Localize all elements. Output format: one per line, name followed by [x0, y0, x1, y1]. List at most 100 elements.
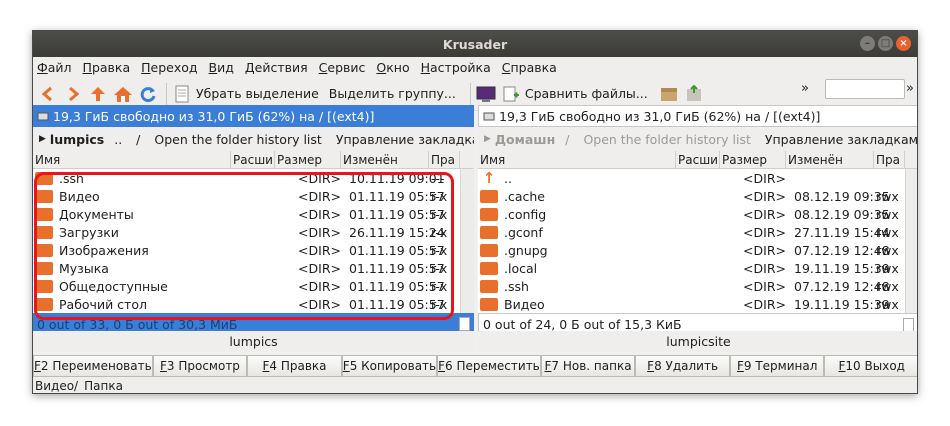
file-row[interactable]: .ssh <DIR> 10.11.19 09:01 --- [33, 169, 474, 187]
current-folder[interactable]: lumpics [50, 132, 104, 147]
menu-bar: Файл Правка Переход Вид Действия Сервис Окно На… [33, 57, 917, 77]
deselect-button[interactable]: Убрать выделение [196, 86, 319, 101]
fkey-button[interactable]: F9 Терминал [729, 355, 825, 377]
file-name: Видео [59, 188, 100, 204]
folder-icon [480, 279, 498, 293]
fkey-button[interactable]: F5 Копировать [341, 355, 438, 377]
col-perm[interactable]: Пра [874, 150, 905, 169]
file-row[interactable]: Документы <DIR> 01.11.19 05:57 r-x [33, 205, 474, 223]
col-name[interactable]: Имя [33, 150, 231, 169]
fkey-label: F6 Переместить [438, 359, 540, 373]
parent-dir-button[interactable]: .. [114, 132, 122, 147]
forward-icon[interactable] [62, 83, 84, 105]
bookmarks-button[interactable]: Управление закладками [336, 132, 474, 147]
menu-item[interactable]: Переход [141, 60, 197, 75]
fkey-button[interactable]: F3 Просмотр [152, 355, 248, 377]
root-dir-button[interactable]: / [565, 132, 569, 147]
bookmarks-button[interactable]: Управление закладками [765, 132, 917, 147]
krusader-window: Krusader – □ × Файл Правка Переход Вид Дейст… [32, 30, 918, 394]
file-row[interactable]: Загрузки <DIR> 26.11.19 15:24 r-x [33, 223, 474, 241]
document-icon[interactable] [171, 83, 193, 105]
file-row[interactable]: .config <DIR> 08.12.19 09:35 rwx [478, 205, 917, 223]
back-icon[interactable] [37, 83, 59, 105]
folder-icon [35, 297, 53, 311]
file-name: Документы [59, 206, 134, 222]
menu-item[interactable]: Правка [83, 60, 131, 75]
fkey-label: F5 Копировать [342, 359, 437, 373]
right-panel-label[interactable]: lumpicsite [478, 331, 917, 351]
root-dir-button[interactable]: / [136, 132, 140, 147]
history-button[interactable]: Open the folder history list [583, 132, 750, 147]
col-date[interactable]: Изменён [786, 150, 874, 169]
home-icon[interactable] [112, 83, 134, 105]
col-ext[interactable]: Расшир [231, 150, 275, 169]
file-row[interactable]: Рабочий стол <DIR> 01.11.19 05:57 r-x [33, 295, 474, 313]
file-name: .gconf [504, 224, 543, 240]
folder-icon [480, 243, 498, 257]
file-date: 19.11.19 15:39 [794, 296, 890, 312]
file-size: <DIR> [743, 224, 786, 240]
file-row[interactable]: Общедоступные <DIR> 01.11.19 05:57 r-x [33, 277, 474, 295]
file-row[interactable]: ↑.. <DIR> [478, 169, 917, 187]
minimize-button[interactable]: – [860, 36, 875, 51]
menu-item[interactable]: Вид [209, 60, 234, 75]
file-row[interactable]: .cache <DIR> 08.12.19 09:35 rwx [478, 187, 917, 205]
file-row[interactable]: Видео <DIR> 19.11.19 15:39 rwx [478, 295, 917, 313]
col-perm[interactable]: Пра [429, 150, 460, 169]
current-folder[interactable]: Домашн [495, 132, 555, 147]
menu-item[interactable]: Сервис [319, 60, 366, 75]
history-button[interactable]: Open the folder history list [154, 132, 321, 147]
col-ext[interactable]: Расшир [676, 150, 720, 169]
selected-type: Папка [84, 379, 123, 393]
fkey-button[interactable]: F10 Выход [824, 355, 917, 377]
unpack-icon[interactable] [683, 83, 705, 105]
quick-search-input[interactable] [825, 79, 905, 99]
file-row[interactable]: .gnupg <DIR> 07.12.19 12:48 rwx [478, 241, 917, 259]
up-arrow-icon[interactable] [87, 83, 109, 105]
file-size: <DIR> [298, 188, 341, 204]
folder-icon [480, 297, 498, 311]
scrollbar[interactable] [905, 169, 917, 313]
file-row[interactable]: .local <DIR> 19.11.19 15:39 rwx [478, 259, 917, 277]
archive-icon[interactable] [658, 83, 680, 105]
file-row[interactable]: Изображения <DIR> 01.11.19 05:57 r-x [33, 241, 474, 259]
menu-item[interactable]: Справка [502, 60, 557, 75]
file-row[interactable]: .gconf <DIR> 27.11.19 15:44 rwx [478, 223, 917, 241]
file-perm: rwx [876, 260, 899, 276]
col-size[interactable]: Размер [275, 150, 341, 169]
file-date: 08.12.19 09:35 [794, 188, 890, 204]
fkey-button[interactable]: F6 Переместить [437, 355, 541, 377]
compare-files-icon[interactable] [500, 83, 522, 105]
fkey-label: F9 Терминал [736, 359, 818, 373]
col-date[interactable]: Изменён [341, 150, 429, 169]
menu-item[interactable]: Настройка [421, 60, 491, 75]
compare-files-button[interactable]: Сравнить файлы... [525, 86, 648, 101]
menu-item[interactable]: Окно [376, 60, 409, 75]
left-panel-label[interactable]: lumpics [33, 331, 474, 351]
fkey-label: F4 Правка [262, 359, 327, 373]
fkey-button[interactable]: F4 Правка [247, 355, 342, 377]
close-button[interactable]: × [896, 36, 911, 51]
file-name: .local [504, 260, 538, 276]
fkey-button[interactable]: F8 Удалить [635, 355, 730, 377]
menu-item[interactable]: Действия [245, 60, 308, 75]
file-row[interactable]: .ssh <DIR> 07.12.19 12:48 rwx [478, 277, 917, 295]
file-perm: r-x [431, 206, 448, 222]
search-more-button[interactable]: » [906, 81, 914, 96]
col-name[interactable]: Имя [478, 150, 676, 169]
maximize-button[interactable]: □ [878, 36, 893, 51]
toolbar-more-button[interactable]: » [801, 81, 809, 96]
fkey-button[interactable]: F7 Нов. папка [540, 355, 636, 377]
select-group-button[interactable]: Выделить группу... [329, 86, 456, 101]
refresh-icon[interactable] [137, 83, 159, 105]
menu-item[interactable]: Файл [37, 60, 72, 75]
file-row[interactable]: Музыка <DIR> 01.11.19 05:57 r-x [33, 259, 474, 277]
folder-icon [480, 225, 498, 239]
terminal-icon[interactable] [475, 83, 497, 105]
fkey-button[interactable]: F2 Переименовать [33, 355, 153, 377]
right-panel-name: lumpicsite [666, 333, 731, 349]
scrollbar[interactable] [460, 169, 474, 313]
col-size[interactable]: Размер [720, 150, 786, 169]
file-row[interactable]: Видео <DIR> 01.11.19 05:57 r-x [33, 187, 474, 205]
file-perm: rwx [876, 278, 899, 294]
